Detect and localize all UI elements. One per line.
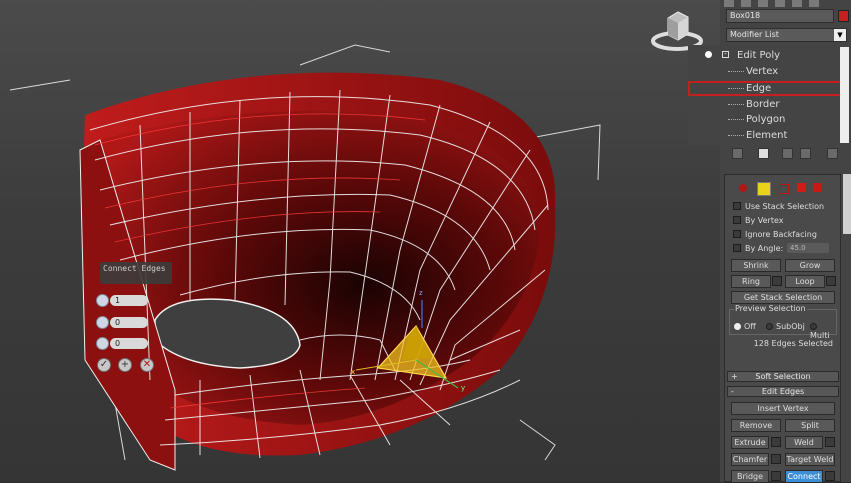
pinch-value[interactable]: 0 xyxy=(110,317,148,328)
split-button[interactable]: Split xyxy=(785,419,835,432)
connect-settings-icon[interactable] xyxy=(825,471,835,481)
soft-selection-rollout[interactable]: + Soft Selection xyxy=(727,371,839,382)
svg-text:x: x xyxy=(351,368,355,376)
connect-button[interactable]: Connect xyxy=(785,470,823,483)
get-stack-selection-button[interactable]: Get Stack Selection xyxy=(731,291,835,304)
stack-item-vertex[interactable]: Vertex xyxy=(688,64,836,79)
by-angle-spinner[interactable]: 45.0 xyxy=(787,243,829,253)
target-weld-button[interactable]: Target Weld xyxy=(785,453,835,466)
border-mode-icon[interactable] xyxy=(779,184,789,194)
stack-item-polygon[interactable]: Polygon xyxy=(688,112,836,127)
selection-status: 128 Edges Selected xyxy=(753,339,833,348)
modify-tab-icon[interactable] xyxy=(741,0,751,7)
svg-text:y: y xyxy=(461,384,465,392)
slide-value[interactable]: 0 xyxy=(110,338,148,349)
edge-mode-icon[interactable] xyxy=(757,182,771,196)
chevron-down-icon[interactable]: ▼ xyxy=(834,29,846,41)
use-stack-selection-checkbox[interactable]: Use Stack Selection xyxy=(731,200,841,213)
configure-sets-icon[interactable] xyxy=(827,148,838,159)
motion-tab-icon[interactable] xyxy=(775,0,785,7)
svg-text:z: z xyxy=(419,289,423,297)
display-tab-icon[interactable] xyxy=(792,0,802,7)
stack-scrollbar[interactable] xyxy=(840,47,849,143)
slide-field[interactable]: 0 xyxy=(96,337,150,351)
create-tab-icon[interactable] xyxy=(724,0,734,7)
ring-button[interactable]: Ring xyxy=(731,275,771,288)
ignore-backfacing-checkbox[interactable]: Ignore Backfacing xyxy=(731,228,841,241)
preview-off-radio[interactable]: Off xyxy=(734,322,756,331)
preview-selection-group: Preview Selection Off SubObj Multi xyxy=(729,304,837,340)
bridge-settings-icon[interactable] xyxy=(771,471,781,481)
segments-field[interactable]: 1 xyxy=(96,294,150,308)
vertex-mode-icon[interactable] xyxy=(739,184,747,192)
lightbulb-icon[interactable] xyxy=(705,51,712,58)
polygon-mode-icon[interactable] xyxy=(797,183,806,192)
segments-value[interactable]: 1 xyxy=(110,295,148,306)
insert-vertex-button[interactable]: Insert Vertex xyxy=(731,402,835,415)
stack-item-edge[interactable]: Edge xyxy=(688,81,845,96)
pin-stack-icon[interactable] xyxy=(732,148,743,159)
preview-subobj-radio[interactable]: SubObj xyxy=(766,322,805,331)
pinch-icon xyxy=(96,316,109,329)
object-color-swatch[interactable] xyxy=(838,10,849,22)
ring-spinner-icon[interactable] xyxy=(772,276,782,286)
subobject-buttons xyxy=(725,179,840,197)
weld-button[interactable]: Weld xyxy=(785,436,823,449)
element-mode-icon[interactable] xyxy=(813,183,822,192)
segments-icon xyxy=(96,294,109,307)
slide-icon xyxy=(96,337,109,350)
stack-item-element[interactable]: Element xyxy=(688,128,836,143)
edit-edges-rollout[interactable]: - Edit Edges xyxy=(727,386,839,397)
by-vertex-checkbox[interactable]: By Vertex xyxy=(731,214,841,227)
shrink-button[interactable]: Shrink xyxy=(731,259,781,272)
modifier-stack[interactable]: - Edit Poly Vertex Edge Border Polygon E… xyxy=(688,45,851,145)
show-end-result-icon[interactable] xyxy=(758,148,769,159)
remove-button[interactable]: Remove xyxy=(731,419,781,432)
object-name-field[interactable]: Box018 xyxy=(726,9,834,23)
make-unique-icon[interactable] xyxy=(782,148,793,159)
pinch-field[interactable]: 0 xyxy=(96,316,150,330)
grow-button[interactable]: Grow xyxy=(785,259,835,272)
extrude-button[interactable]: Extrude xyxy=(731,436,769,449)
chamfer-button[interactable]: Chamfer xyxy=(731,453,769,466)
ok-button[interactable]: ✓ xyxy=(97,358,111,372)
utilities-tab-icon[interactable] xyxy=(809,0,819,7)
cancel-button[interactable]: ✕ xyxy=(140,358,154,372)
weld-settings-icon[interactable] xyxy=(825,437,835,447)
panel-scrollbar[interactable] xyxy=(843,174,851,234)
selection-rollout: Use Stack Selection By Vertex Ignore Bac… xyxy=(724,174,841,483)
caddy-title: Connect Edges xyxy=(100,262,172,284)
mesh-wireframe[interactable]: z y x xyxy=(0,0,720,482)
panel-tabs[interactable] xyxy=(724,0,851,8)
by-angle-checkbox[interactable]: By Angle: 45.0 xyxy=(731,242,841,255)
preview-multi-radio[interactable]: Multi xyxy=(810,322,836,340)
collapse-icon[interactable]: - xyxy=(722,50,729,58)
stack-item-edit-poly[interactable]: - Edit Poly xyxy=(688,48,836,63)
viewport-perspective[interactable]: z y x Connect Edges 1 0 0 ✓ + ✕ xyxy=(0,0,720,482)
extrude-settings-icon[interactable] xyxy=(771,437,781,447)
modifier-list-dropdown[interactable]: Modifier List ▼ xyxy=(726,28,847,42)
remove-modifier-icon[interactable] xyxy=(800,148,811,159)
chamfer-settings-icon[interactable] xyxy=(771,454,781,464)
modifier-list-label: Modifier List xyxy=(730,30,779,39)
stack-toolbar xyxy=(724,146,851,162)
apply-button[interactable]: + xyxy=(118,358,132,372)
loop-spinner-icon[interactable] xyxy=(826,276,836,286)
loop-button[interactable]: Loop xyxy=(785,275,825,288)
connect-edges-caddy: Connect Edges 1 0 0 ✓ + ✕ xyxy=(96,262,172,378)
hierarchy-tab-icon[interactable] xyxy=(758,0,768,7)
stack-item-border[interactable]: Border xyxy=(688,97,836,112)
bridge-button[interactable]: Bridge xyxy=(731,470,769,483)
